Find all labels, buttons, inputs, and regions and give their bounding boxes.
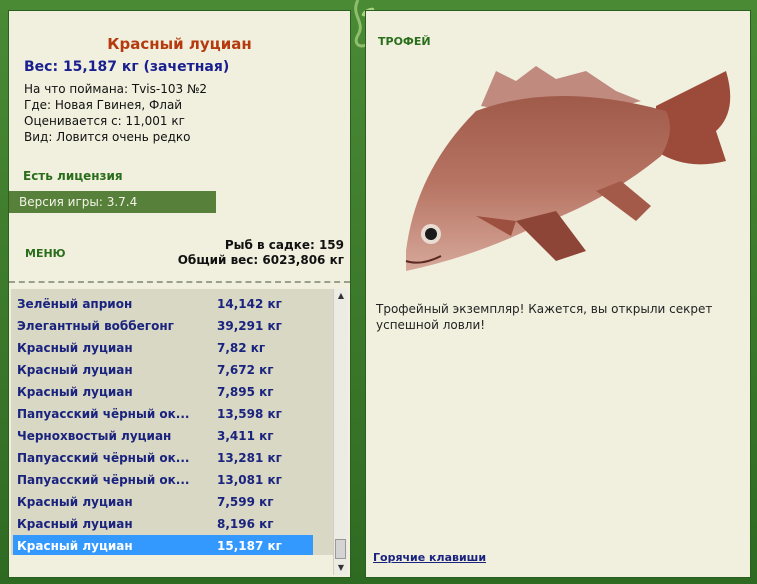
catch-list-row[interactable]: Красный луциан 7,895 кг bbox=[13, 381, 313, 403]
catch-list-row[interactable]: Красный луциан 7,82 кг bbox=[13, 337, 313, 359]
catch-fish-name: Красный луциан bbox=[17, 385, 133, 399]
catch-list-row[interactable]: Красный луциан 7,672 кг bbox=[13, 359, 313, 381]
catch-fish-weight: 3,411 кг bbox=[217, 429, 274, 443]
fish-name-title: Красный луциан bbox=[107, 35, 252, 53]
catch-fish-weight: 8,196 кг bbox=[217, 517, 274, 531]
catch-list-row[interactable]: Красный луциан 7,599 кг bbox=[13, 491, 313, 513]
fish-info-panel: Красный луциан Вес: 15,187 кг (зачетная)… bbox=[8, 10, 351, 578]
catch-fish-name: Красный луциан bbox=[17, 341, 133, 355]
caught-on-text: На что поймана: Tvis-103 №2 bbox=[24, 82, 208, 96]
catch-fish-name: Красный луциан bbox=[17, 495, 133, 509]
catch-list-row[interactable]: Зелёный априон 14,142 кг bbox=[13, 293, 313, 315]
total-weight: Общий вес: 6023,806 кг bbox=[177, 253, 344, 267]
trophy-message: Трофейный экземпляр! Кажется, вы открыли… bbox=[376, 302, 713, 332]
license-status: Есть лицензия bbox=[23, 169, 123, 183]
catch-list-row[interactable]: Папуасский чёрный ок... 13,281 кг bbox=[13, 447, 313, 469]
trophy-panel: ТРОФЕЙ Трофейный экземпляр! Кажется, вы … bbox=[365, 10, 751, 578]
valued-from-text: Оценивается с: 11,001 кг bbox=[24, 114, 185, 128]
catch-fish-name: Красный луциан bbox=[17, 539, 133, 553]
catch-list-row[interactable]: Папуасский чёрный ок... 13,081 кг bbox=[13, 469, 313, 491]
catch-fish-weight: 7,599 кг bbox=[217, 495, 274, 509]
catch-list-row[interactable]: Папуасский чёрный ок... 13,598 кг bbox=[13, 403, 313, 425]
catch-list-row[interactable]: Красный луциан 15,187 кг bbox=[13, 535, 313, 555]
scroll-up-arrow-icon[interactable]: ▲ bbox=[334, 289, 348, 303]
catch-fish-name: Папуасский чёрный ок... bbox=[17, 473, 190, 487]
catch-fish-name: Папуасский чёрный ок... bbox=[17, 407, 190, 421]
catch-list-row[interactable]: Красный луциан 8,196 кг bbox=[13, 513, 313, 535]
catch-fish-weight: 7,672 кг bbox=[217, 363, 274, 377]
catch-list-row[interactable]: Чернохвостый луциан 3,411 кг bbox=[13, 425, 313, 447]
catch-list-row[interactable]: Элегантный воббегонг 39,291 кг bbox=[13, 315, 313, 337]
hotkeys-link[interactable]: Горячие клавиши bbox=[373, 551, 486, 564]
catch-fish-name: Зелёный априон bbox=[17, 297, 133, 311]
catch-fish-weight: 14,142 кг bbox=[217, 297, 282, 311]
catch-list[interactable]: Зелёный априон 14,142 кг Элегантный воббег… bbox=[11, 289, 333, 555]
catch-fish-name: Папуасский чёрный ок... bbox=[17, 451, 190, 465]
menu-button[interactable]: МЕНЮ bbox=[25, 247, 66, 260]
red-snapper-fish-icon bbox=[405, 66, 731, 271]
catch-fish-weight: 7,82 кг bbox=[217, 341, 266, 355]
keepnet-stats: Рыб в садке: 159 Общий вес: 6023,806 кг bbox=[178, 238, 344, 268]
fish-weight: Вес: 15,187 кг (зачетная) bbox=[24, 59, 230, 75]
catch-fish-weight: 13,281 кг bbox=[217, 451, 282, 465]
scroll-down-arrow-icon[interactable]: ▼ bbox=[334, 561, 348, 575]
catch-fish-weight: 7,895 кг bbox=[217, 385, 274, 399]
game-version-bar: Версия игры: 3.7.4 bbox=[9, 191, 216, 213]
fish-count: Рыб в садке: 159 bbox=[224, 238, 344, 252]
list-scrollbar[interactable]: ▲ ▼ bbox=[333, 289, 348, 575]
catch-fish-weight: 13,598 кг bbox=[217, 407, 282, 421]
species-note-text: Вид: Ловится очень редко bbox=[24, 130, 191, 144]
catch-fish-name: Элегантный воббегонг bbox=[17, 319, 174, 333]
catch-fish-name: Чернохвостый луциан bbox=[17, 429, 172, 443]
location-text: Где: Новая Гвинея, Флай bbox=[24, 98, 183, 112]
catch-fish-name: Красный луциан bbox=[17, 517, 133, 531]
catch-fish-weight: 39,291 кг bbox=[217, 319, 282, 333]
trophy-title: ТРОФЕЙ bbox=[378, 35, 431, 48]
catch-fish-weight: 13,081 кг bbox=[217, 473, 282, 487]
divider bbox=[9, 281, 350, 283]
catch-fish-name: Красный луциан bbox=[17, 363, 133, 377]
scroll-thumb[interactable] bbox=[335, 539, 346, 559]
catch-fish-weight: 15,187 кг bbox=[217, 539, 282, 553]
